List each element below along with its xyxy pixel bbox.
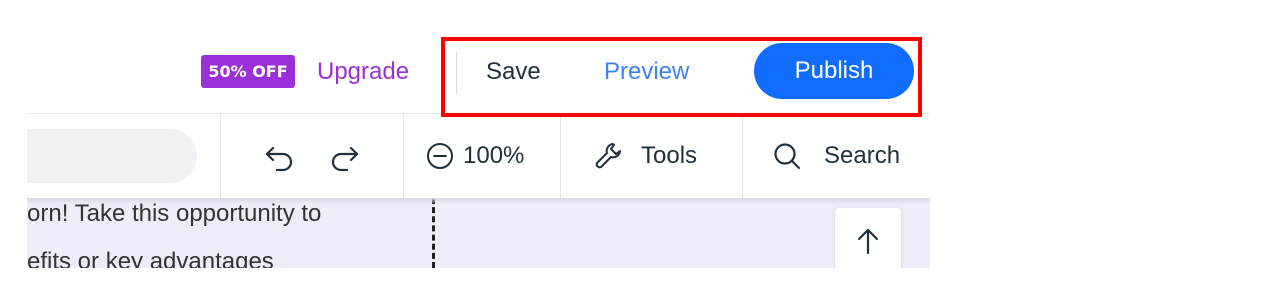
editor-window: 50% OFF Upgrade Save Preview Publish 100… [27, 28, 930, 268]
undo-icon[interactable] [263, 139, 297, 173]
search-icon[interactable] [772, 141, 802, 171]
top-bar: 50% OFF Upgrade Save Preview Publish [27, 28, 930, 114]
canvas-text-line[interactable]: efits or key advantages [27, 248, 274, 268]
publish-button[interactable]: Publish [754, 43, 914, 99]
preview-button[interactable]: Preview [604, 54, 689, 90]
toolbar-shadow [27, 198, 930, 204]
toolbar-separator [560, 114, 561, 198]
zoom-out-icon[interactable] [425, 141, 455, 171]
save-button[interactable]: Save [486, 54, 541, 90]
section-guide-line [432, 198, 435, 268]
zoom-level[interactable]: 100% [463, 141, 524, 171]
upgrade-link[interactable]: Upgrade [317, 55, 409, 88]
page-canvas: orn! Take this opportunity to efits or k… [27, 198, 930, 268]
topbar-divider [456, 52, 457, 94]
scroll-to-top-button[interactable] [835, 208, 901, 268]
arrow-up-icon [857, 228, 879, 255]
editor-toolbar: 100% Tools Search [27, 114, 930, 198]
search-button[interactable]: Search [824, 141, 900, 171]
site-search-field[interactable] [27, 129, 197, 183]
toolbar-separator [403, 114, 404, 198]
discount-badge: 50% OFF [201, 55, 295, 88]
toolbar-separator [742, 114, 743, 198]
canvas-text-line[interactable]: orn! Take this opportunity to [27, 200, 321, 228]
tools-button[interactable]: Tools [641, 141, 697, 171]
wrench-icon[interactable] [593, 140, 625, 172]
toolbar-separator [220, 114, 221, 198]
redo-icon[interactable] [327, 139, 361, 173]
